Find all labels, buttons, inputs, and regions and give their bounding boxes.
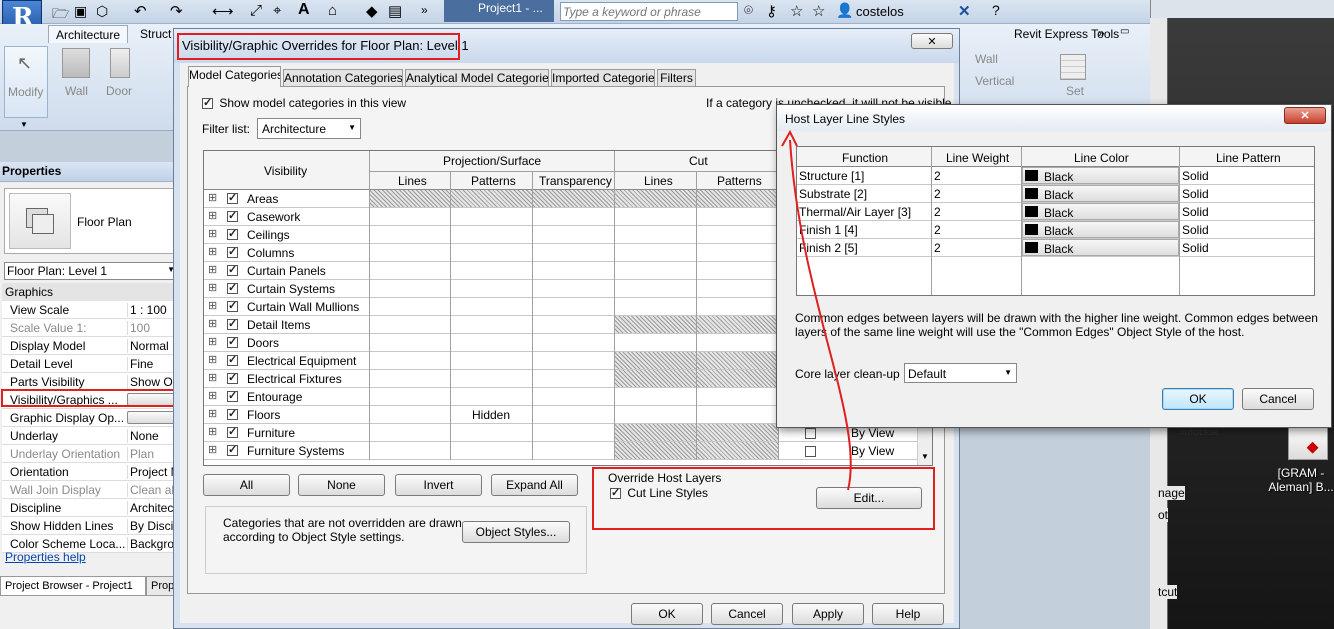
vg-tab[interactable]: Filters [657, 69, 696, 87]
vg-tab-label: Analytical Model Categories [406, 71, 549, 85]
annotation-arrow [781, 129, 852, 491]
vg-tab[interactable]: Annotation Categories [283, 69, 403, 87]
vg-tab-label: Imported Categories [552, 71, 655, 85]
vg-tab-label: Annotation Categories [284, 71, 403, 85]
vg-tab[interactable]: Analytical Model Categories [405, 69, 549, 87]
vg-tab-label: Filters [660, 71, 693, 85]
vg-tab[interactable]: Imported Categories [551, 69, 655, 87]
vg-tab[interactable]: Model Categories [188, 66, 281, 87]
vg-tab-label: Model Categories [189, 68, 281, 82]
